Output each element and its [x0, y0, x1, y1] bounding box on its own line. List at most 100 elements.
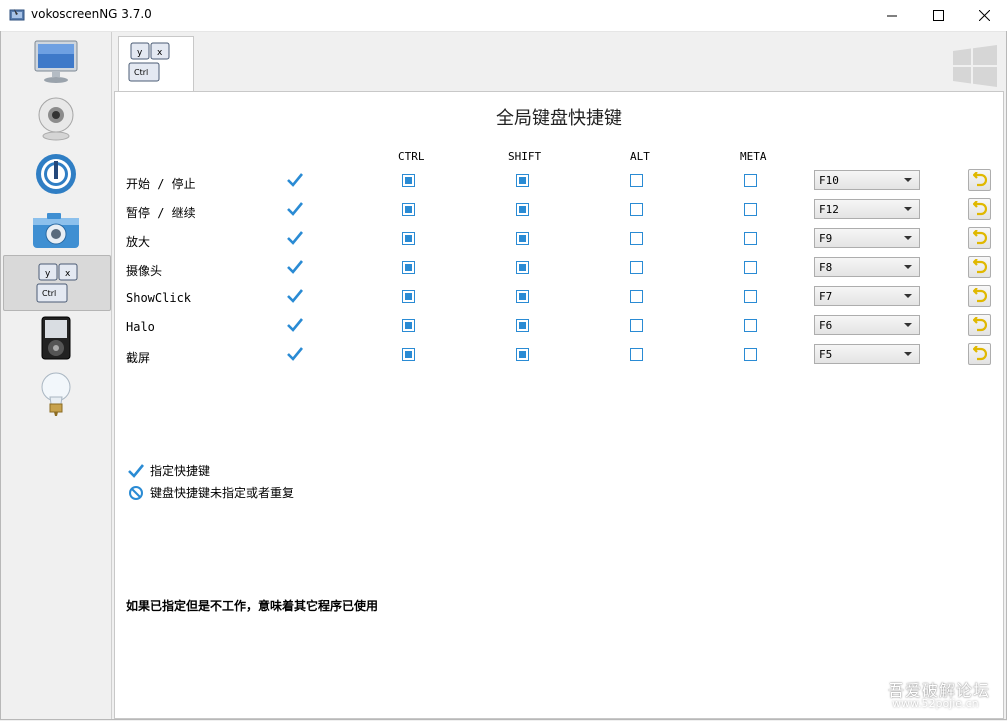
column-header-meta: META [740, 150, 767, 163]
meta-checkbox[interactable] [744, 232, 757, 245]
tab-shortcuts[interactable]: y x Ctrl [118, 36, 194, 93]
ctrl-checkbox[interactable] [402, 319, 415, 332]
ctrl-checkbox[interactable] [402, 203, 415, 216]
sidebar-item-webcam[interactable] [3, 91, 109, 145]
ctrl-checkbox[interactable] [402, 261, 415, 274]
checkmark-icon [287, 231, 303, 245]
undo-arrow-icon [972, 230, 987, 245]
chevron-down-icon [904, 265, 912, 269]
shift-checkbox[interactable] [516, 261, 529, 274]
keyboard-shortcut-icon: y x Ctrl [36, 263, 78, 303]
shift-checkbox[interactable] [516, 203, 529, 216]
reset-shortcut-button[interactable] [968, 256, 991, 278]
shift-checkbox[interactable] [516, 232, 529, 245]
sidebar-item-screen[interactable] [3, 35, 109, 89]
svg-text:Ctrl: Ctrl [42, 289, 56, 298]
minimize-icon [886, 15, 897, 17]
checkmark-icon [287, 318, 303, 332]
chevron-down-icon [904, 323, 912, 327]
key-select[interactable]: F6 [814, 315, 920, 335]
alt-checkbox[interactable] [630, 319, 643, 332]
legend-assigned-label: 指定快捷键 [150, 464, 211, 478]
meta-checkbox[interactable] [744, 319, 757, 332]
reset-shortcut-button[interactable] [968, 314, 991, 336]
reset-shortcut-button[interactable] [968, 227, 991, 249]
key-select-value: F7 [819, 290, 833, 303]
sidebar-item-shortcuts[interactable]: y x Ctrl [3, 255, 111, 311]
app-logo-icon [9, 9, 25, 21]
shortcut-label: 截屏 [126, 351, 151, 365]
shortcuts-panel: 全局键盘快捷键 CTRL SHIFT ALT META 开始 / 停止 F10 暂停… [114, 91, 1004, 719]
reset-shortcut-button[interactable] [968, 343, 991, 365]
column-header-shift: SHIFT [508, 150, 542, 163]
alt-checkbox[interactable] [630, 290, 643, 303]
legend-unassigned-label: 键盘快捷键未指定或者重复 [150, 486, 295, 500]
minimize-button[interactable] [869, 0, 915, 31]
shortcut-row: 放大 F9 [115, 227, 1003, 256]
ctrl-checkbox[interactable] [402, 174, 415, 187]
alt-checkbox[interactable] [630, 261, 643, 274]
checkmark-icon [287, 289, 303, 303]
shift-checkbox[interactable] [516, 174, 529, 187]
close-button[interactable] [961, 0, 1007, 31]
reset-shortcut-button[interactable] [968, 198, 991, 220]
key-select[interactable]: F12 [814, 199, 920, 219]
shortcut-row: 暂停 / 继续 F12 [115, 198, 1003, 227]
shortcut-row: Halo F6 [115, 314, 1003, 343]
ctrl-checkbox[interactable] [402, 348, 415, 361]
alt-checkbox[interactable] [630, 174, 643, 187]
shortcut-row: 摄像头 F8 [115, 256, 1003, 285]
maximize-button[interactable] [915, 0, 961, 31]
column-header-alt: ALT [630, 150, 650, 163]
key-select[interactable]: F8 [814, 257, 920, 277]
key-select[interactable]: F7 [814, 286, 920, 306]
close-icon [978, 10, 990, 21]
chevron-down-icon [904, 352, 912, 356]
shortcut-label: ShowClick [126, 291, 192, 305]
meta-checkbox[interactable] [744, 174, 757, 187]
reset-shortcut-button[interactable] [968, 285, 991, 307]
key-select[interactable]: F5 [814, 344, 920, 364]
key-select[interactable]: F10 [814, 170, 920, 190]
shortcut-row: ShowClick F7 [115, 285, 1003, 314]
meta-checkbox[interactable] [744, 290, 757, 303]
shift-checkbox[interactable] [516, 348, 529, 361]
ctrl-checkbox[interactable] [402, 232, 415, 245]
meta-checkbox[interactable] [744, 261, 757, 274]
shift-checkbox[interactable] [516, 319, 529, 332]
monitor-icon [34, 40, 78, 83]
checkmark-icon [287, 173, 303, 187]
meta-checkbox[interactable] [744, 203, 757, 216]
camera-icon [33, 213, 79, 248]
tab-bar: y x Ctrl [112, 32, 1005, 93]
checkmark-icon [287, 202, 303, 216]
alt-checkbox[interactable] [630, 232, 643, 245]
alt-checkbox[interactable] [630, 348, 643, 361]
sidebar-item-info[interactable] [3, 367, 109, 421]
chevron-down-icon [904, 294, 912, 298]
undo-arrow-icon [972, 346, 987, 361]
alt-checkbox[interactable] [630, 203, 643, 216]
meta-checkbox[interactable] [744, 348, 757, 361]
window-title: vokoscreenNG 3.7.0 [31, 7, 152, 21]
sidebar-item-screenshot[interactable] [3, 203, 109, 257]
key-select-value: F10 [819, 174, 839, 187]
title-bar: vokoscreenNG 3.7.0 [0, 0, 1007, 32]
sidebar-item-player[interactable] [3, 147, 109, 201]
ctrl-checkbox[interactable] [402, 290, 415, 303]
watermark-url: www.52pojie.cn [892, 697, 979, 710]
sidebar: y x Ctrl [1, 32, 112, 719]
svg-text:Ctrl: Ctrl [134, 68, 148, 77]
undo-arrow-icon [972, 172, 987, 187]
lightbulb-icon [41, 372, 71, 416]
main-content: y x Ctrl 全局键盘快捷键 CTRL SHIFT ALT META 开始 … [112, 32, 1005, 719]
media-player-icon [41, 316, 71, 360]
windows-logo-icon [953, 45, 997, 87]
sidebar-item-media[interactable] [3, 311, 109, 365]
undo-arrow-icon [972, 201, 987, 216]
reset-shortcut-button[interactable] [968, 169, 991, 191]
key-select-value: F8 [819, 261, 833, 274]
key-select[interactable]: F9 [814, 228, 920, 248]
power-ring-icon [36, 154, 76, 194]
shift-checkbox[interactable] [516, 290, 529, 303]
